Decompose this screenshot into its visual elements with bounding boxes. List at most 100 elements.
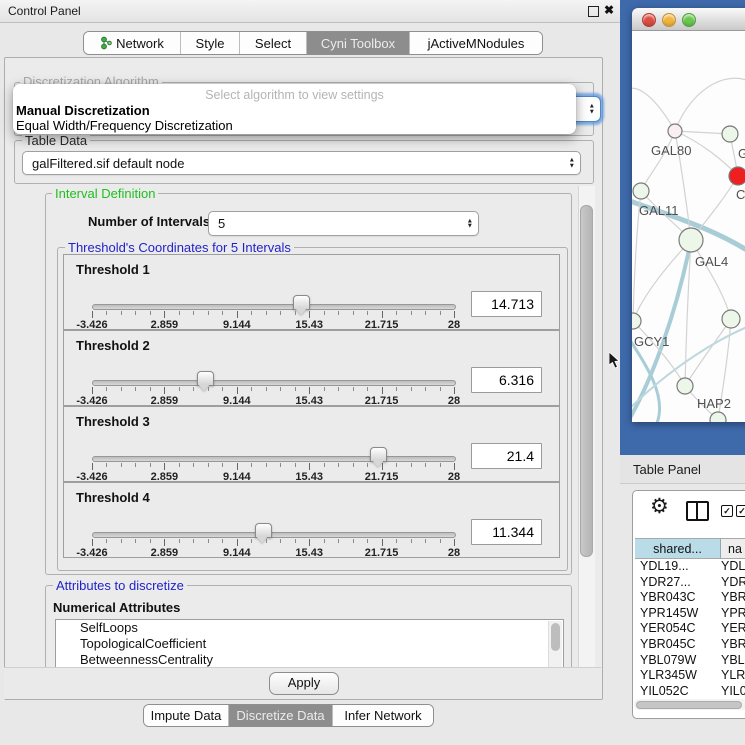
tab-jactivemnodules[interactable]: jActiveMNodules (409, 32, 542, 54)
network-canvas[interactable]: GAL80GACGAL11GAL4GCY1HHAP2 (632, 31, 745, 422)
network-node[interactable] (722, 310, 740, 328)
table-row[interactable]: YDL19...YDL1 (633, 559, 745, 575)
slider-track[interactable] (92, 456, 456, 462)
cell-shared-name[interactable]: YBL079W (640, 653, 721, 669)
minimize-traffic-light[interactable] (662, 13, 676, 27)
cell-shared-name[interactable]: YDR27... (640, 575, 721, 591)
slider-handle[interactable] (197, 371, 214, 386)
list-item[interactable]: SelfLoops (56, 620, 563, 636)
slider-track[interactable] (92, 532, 456, 538)
axis-tick (367, 387, 368, 391)
table-row[interactable]: YDR27...YDR2 (633, 575, 745, 591)
cell-name[interactable]: YLR3 (721, 668, 745, 684)
number-of-intervals-value: 5 (218, 216, 225, 231)
tab-infer-network[interactable]: Infer Network (332, 705, 433, 726)
threshold-slider[interactable] (92, 456, 454, 462)
threshold-value-input[interactable] (471, 291, 542, 317)
axis-tick (324, 311, 325, 315)
cell-shared-name[interactable]: YER054C (640, 621, 721, 637)
cell-shared-name[interactable]: YPR145W (640, 606, 721, 622)
table-row[interactable]: YBR045CYBR0 (633, 637, 745, 653)
close-traffic-light[interactable] (642, 13, 656, 27)
axis-tick (106, 387, 107, 391)
slider-handle[interactable] (255, 523, 272, 538)
number-of-intervals-combobox[interactable]: 5 ▲▼ (208, 211, 479, 236)
table-row[interactable]: YPR145WYPR1 (633, 606, 745, 622)
cell-name[interactable]: YBR0 (721, 590, 745, 606)
cell-name[interactable]: YER0 (721, 621, 745, 637)
apply-bar: Apply (4, 667, 601, 699)
network-node[interactable] (729, 167, 745, 185)
zoom-traffic-light[interactable] (682, 13, 696, 27)
cell-shared-name[interactable]: YLR345W (640, 668, 721, 684)
network-window-titlebar[interactable] (632, 8, 745, 31)
cell-name[interactable]: YBR0 (721, 637, 745, 653)
cell-shared-name[interactable]: YBR045C (640, 637, 721, 653)
dropdown-prompt: Select algorithm to view settings (13, 88, 576, 102)
tab-select[interactable]: Select (239, 32, 306, 54)
tab-impute-data[interactable]: Impute Data (144, 705, 228, 726)
dropdown-option-equal-width[interactable]: Equal Width/Frequency Discretization (16, 118, 233, 133)
table-row[interactable]: YIL052CYIL0 (633, 684, 745, 697)
threshold-slider[interactable] (92, 380, 454, 386)
axis-tick (150, 311, 151, 315)
threshold-value-input[interactable] (471, 519, 542, 545)
threshold-value-input[interactable] (471, 367, 542, 393)
network-node[interactable] (677, 378, 693, 394)
threshold-value-input[interactable] (471, 443, 542, 469)
axis-tick (425, 463, 426, 467)
tab-network[interactable]: Network (84, 32, 180, 54)
axis-tick (193, 311, 194, 315)
tab-label: Infer Network (344, 708, 421, 723)
cell-shared-name[interactable]: YBR043C (640, 590, 721, 606)
slider-track[interactable] (92, 380, 456, 386)
cell-name[interactable]: YPR1 (721, 606, 745, 622)
table-row[interactable]: YBL079WYBL0 (633, 653, 745, 669)
table-hscrollbar-thumb[interactable] (636, 701, 742, 709)
axis-tick (251, 311, 252, 315)
threshold-slider[interactable] (92, 532, 454, 538)
close-icon[interactable]: ✖ (604, 3, 614, 17)
table-row[interactable]: YBR043CYBR0 (633, 590, 745, 606)
table-row[interactable]: YER054CYER0 (633, 621, 745, 637)
slider-handle[interactable] (370, 447, 387, 462)
float-window-icon[interactable] (588, 6, 599, 17)
cell-name[interactable]: YDL1 (721, 559, 745, 575)
cell-shared-name[interactable]: YDL19... (640, 559, 721, 575)
gear-icon[interactable]: ⚙ (650, 494, 669, 518)
network-node[interactable] (710, 412, 726, 422)
tab-cyni-toolbox[interactable]: Cyni Toolbox (306, 32, 409, 54)
tab-style[interactable]: Style (180, 32, 239, 54)
column-header-shared-name[interactable]: shared... (635, 538, 721, 559)
list-scrollbar[interactable] (548, 621, 562, 667)
tab-discretize-data[interactable]: Discretize Data (228, 705, 332, 726)
slider-track[interactable] (92, 304, 456, 310)
list-item[interactable]: TopologicalCoefficient (56, 636, 563, 652)
apply-button[interactable]: Apply (269, 672, 339, 695)
slider-handle[interactable] (293, 295, 310, 310)
panel-scrollbar-thumb[interactable] (580, 205, 593, 557)
split-view-icon[interactable] (686, 501, 709, 521)
tab-label: Discretize Data (236, 708, 324, 723)
table-hscrollbar-track[interactable] (634, 699, 745, 710)
numerical-attributes-list[interactable]: SelfLoops TopologicalCoefficient Between… (55, 619, 564, 669)
dropdown-option-manual[interactable]: Manual Discretization (16, 103, 150, 118)
checkbox-icon[interactable]: ✓ (721, 505, 733, 517)
network-node[interactable] (632, 313, 641, 329)
cell-name[interactable]: YDR2 (721, 575, 745, 591)
threshold-slider[interactable] (92, 304, 454, 310)
cell-shared-name[interactable]: YIL052C (640, 684, 721, 697)
column-header-name[interactable]: na (721, 538, 745, 559)
list-scrollbar-thumb[interactable] (551, 623, 560, 651)
network-node[interactable] (722, 126, 738, 142)
table-row[interactable]: YLR345WYLR3 (633, 668, 745, 684)
network-node[interactable] (633, 183, 649, 199)
cell-name[interactable]: YIL0 (721, 684, 745, 697)
network-node[interactable] (668, 124, 682, 138)
list-item[interactable]: BetweennessCentrality (56, 652, 563, 668)
cell-name[interactable]: YBL0 (721, 653, 745, 669)
network-node[interactable] (679, 228, 703, 252)
table-data-value: galFiltered.sif default node (32, 156, 184, 171)
table-data-combobox[interactable]: galFiltered.sif default node ▲▼ (22, 151, 581, 175)
checkbox-icon[interactable]: ✓ (736, 505, 745, 517)
